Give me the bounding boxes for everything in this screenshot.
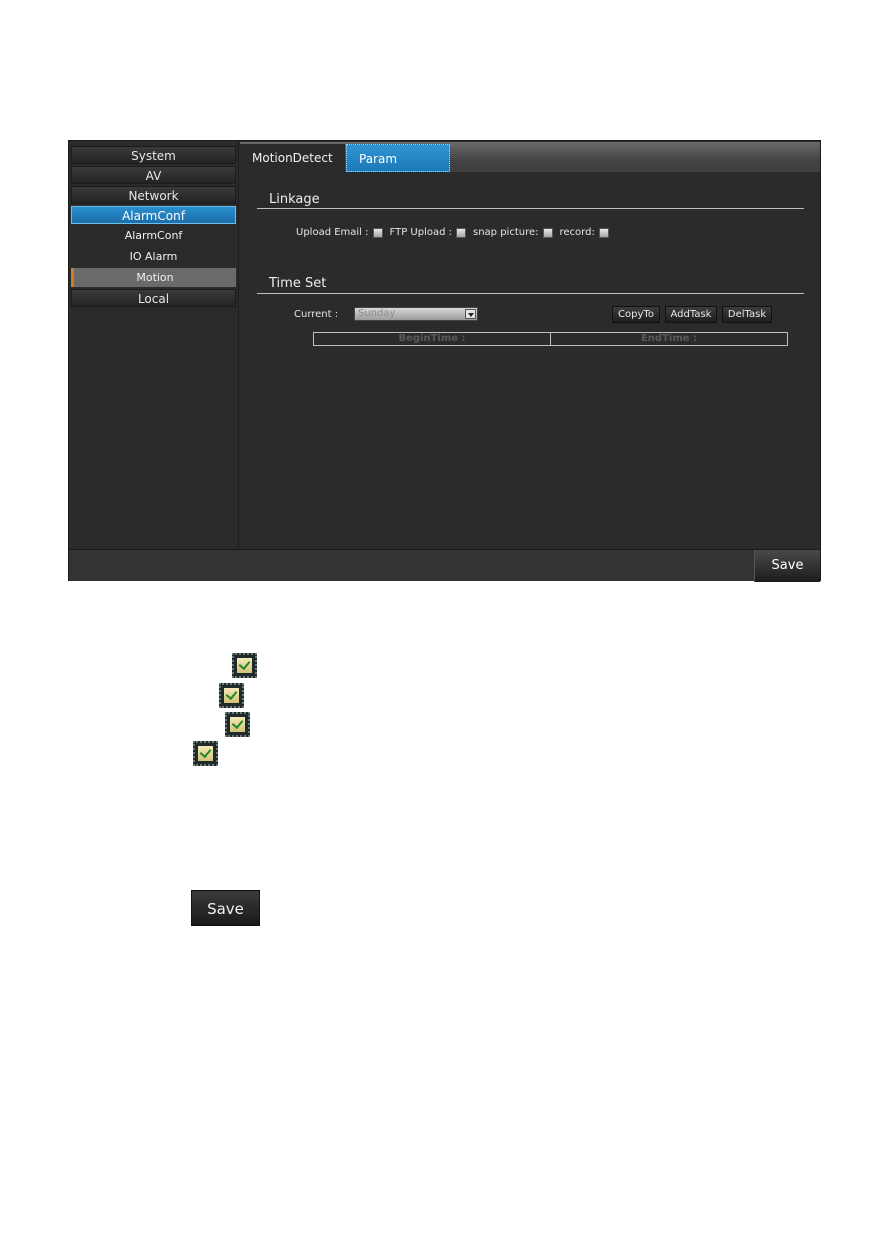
task-table-header: BeginTime : EndTime : — [313, 332, 788, 346]
sidebar-item-system[interactable]: System — [71, 146, 236, 164]
param-config-panel: Linkage Upload Email : FTP Upload : snap… — [240, 172, 820, 549]
tab-bar: MotionDetect Param Config — [240, 142, 820, 194]
linkage-section-title: Linkage — [269, 192, 320, 207]
linkage-divider — [257, 208, 804, 209]
end-time-column: EndTime : — [550, 333, 787, 345]
checked-checkbox-icon — [232, 653, 257, 678]
begin-time-column: BeginTime : — [398, 333, 466, 344]
tab-motion-detect[interactable]: MotionDetect — [240, 144, 345, 172]
snap-picture-label: snap picture: — [473, 227, 539, 238]
dropdown-arrow-icon[interactable] — [465, 309, 476, 319]
checked-checkbox-icon — [225, 712, 250, 737]
sidebar-subitem-alarmconf[interactable]: AlarmConf — [71, 226, 236, 245]
sidebar-item-local[interactable]: Local — [71, 289, 236, 307]
current-day-value: Sunday — [358, 308, 396, 319]
sidebar-item-av[interactable]: AV — [71, 166, 236, 184]
sidebar-subitem-motion[interactable]: Motion — [71, 268, 236, 287]
del-task-button[interactable]: DelTask — [722, 306, 772, 323]
current-day-select[interactable]: Sunday — [354, 307, 478, 321]
ftp-upload-checkbox[interactable] — [456, 227, 466, 238]
time-set-section-title: Time Set — [269, 276, 327, 291]
record-checkbox[interactable] — [598, 227, 609, 238]
current-day-label: Current : — [294, 309, 339, 320]
upload-email-checkbox[interactable] — [372, 227, 383, 238]
tab-param-config[interactable]: Param Config — [346, 144, 450, 194]
checked-checkbox-icon — [219, 683, 244, 708]
record-label: record: — [559, 227, 595, 238]
add-task-button[interactable]: AddTask — [665, 306, 717, 323]
sidebar: System AV Network AlarmConf AlarmConf IO… — [69, 141, 239, 549]
save-button[interactable]: Save — [754, 550, 820, 582]
footer-bar: Save — [69, 549, 820, 582]
snap-picture-checkbox[interactable] — [542, 227, 553, 238]
save-button-illustration: Save — [191, 890, 260, 926]
checked-checkbox-icon — [193, 741, 218, 766]
ftp-upload-label: FTP Upload : — [389, 227, 452, 238]
copy-to-button[interactable]: CopyTo — [612, 306, 660, 323]
app-window: System AV Network AlarmConf AlarmConf IO… — [68, 140, 821, 582]
time-set-divider — [257, 293, 804, 294]
upload-email-label: Upload Email : — [296, 227, 369, 238]
sidebar-item-alarmconf[interactable]: AlarmConf — [71, 206, 236, 224]
sidebar-subitem-io-alarm[interactable]: IO Alarm — [71, 247, 236, 266]
sidebar-item-network[interactable]: Network — [71, 186, 236, 204]
linkage-options: Upload Email : FTP Upload : snap picture… — [296, 227, 616, 238]
